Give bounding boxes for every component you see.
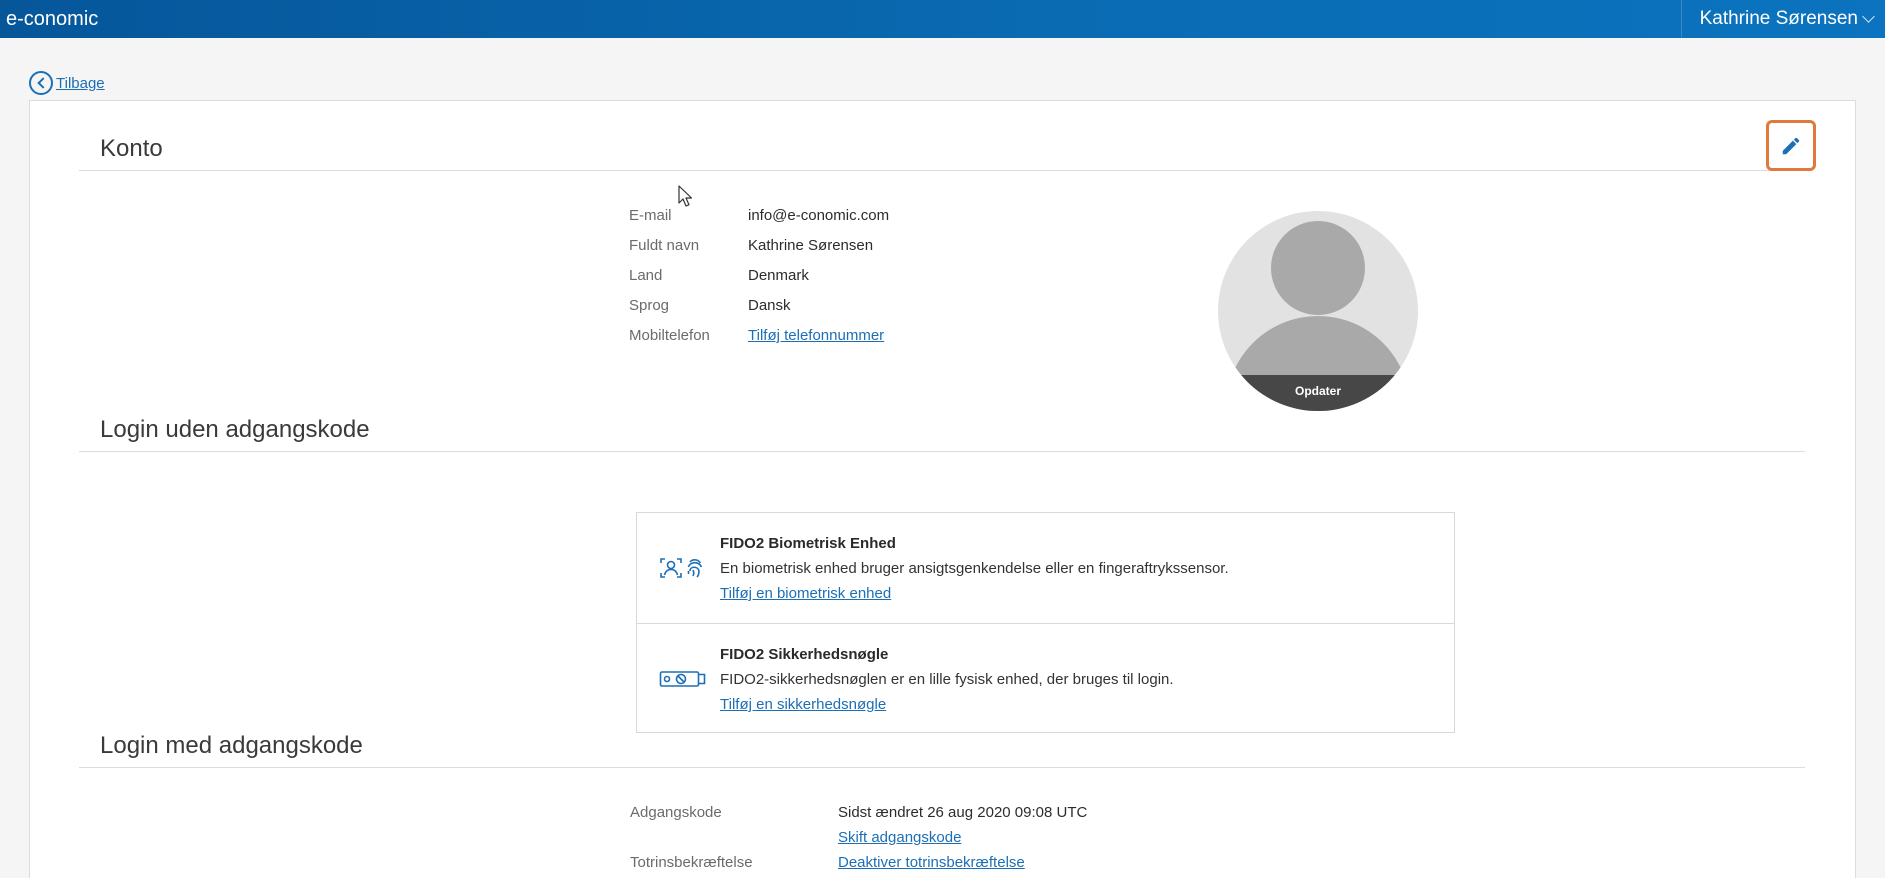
list-item: FIDO2 Biometrisk Enhed En biometrisk enh… [637,513,1454,623]
section-title-password: Login med adgangskode [100,732,363,759]
list-item: FIDO2 Sikkerhedsnøgle FIDO2-sikkerhedsnø… [637,623,1454,733]
section-title-konto: Konto [100,135,163,162]
fido-options: FIDO2 Biometrisk Enhed En biometrisk enh… [636,512,1455,733]
avatar[interactable]: Opdater [1218,211,1418,411]
back-link[interactable]: Tilbage [29,71,105,95]
brand-logo[interactable]: e-conomic [6,8,98,31]
back-label: Tilbage [56,74,105,92]
biometric-icon [660,558,703,578]
avatar-head [1271,221,1365,315]
language-value: Dansk [748,297,791,314]
security-key-icon [659,671,706,687]
user-menu[interactable]: Kathrine Sørensen [1680,0,1885,38]
section-divider [79,451,1805,452]
mobile-label: Mobiltelefon [629,327,710,344]
password-label: Adgangskode [630,804,722,821]
change-password-link[interactable]: Skift adgangskode [838,829,961,846]
fido-description: En biometrisk enhed bruger ansigtsgenken… [720,560,1229,577]
avatar-update-button[interactable]: Opdater [1218,375,1418,411]
fido-description: FIDO2-sikkerhedsnøglen er en lille fysis… [720,671,1174,688]
user-name: Kathrine Sørensen [1699,8,1858,29]
twofa-label: Totrinsbekræftelse [630,854,753,871]
email-label: E-mail [629,207,672,224]
section-divider [79,170,1805,171]
password-changed-value: Sidst ændret 26 aug 2020 09:08 UTC [838,804,1088,821]
mouse-cursor-icon [678,185,692,207]
fullname-label: Fuldt navn [629,237,700,254]
section-title-passwordless: Login uden adgangskode [100,416,370,443]
country-value: Denmark [748,267,809,284]
fido-title: FIDO2 Biometrisk Enhed [720,535,896,552]
language-label: Sprog [629,297,670,314]
add-phone-link[interactable]: Tilføj telefonnummer [748,327,884,344]
fido-title: FIDO2 Sikkerhedsnøgle [720,646,889,663]
top-bar: e-conomic Kathrine Sørensen [0,0,1885,38]
back-arrow-icon [29,71,53,95]
email-value: info@e-conomic.com [748,207,890,224]
add-biometric-link[interactable]: Tilføj en biometrisk enhed [720,585,891,602]
country-label: Land [629,267,663,284]
chevron-down-icon [1862,9,1875,23]
add-security-key-link[interactable]: Tilføj en sikkerhedsnøgle [720,696,886,713]
disable-twofa-link[interactable]: Deaktiver totrinsbekræftelse [838,854,1025,871]
fullname-value: Kathrine Sørensen [748,237,874,254]
edit-button[interactable] [1766,120,1816,171]
pencil-icon [1782,137,1800,154]
section-divider [79,767,1805,768]
account-panel [29,100,1856,878]
